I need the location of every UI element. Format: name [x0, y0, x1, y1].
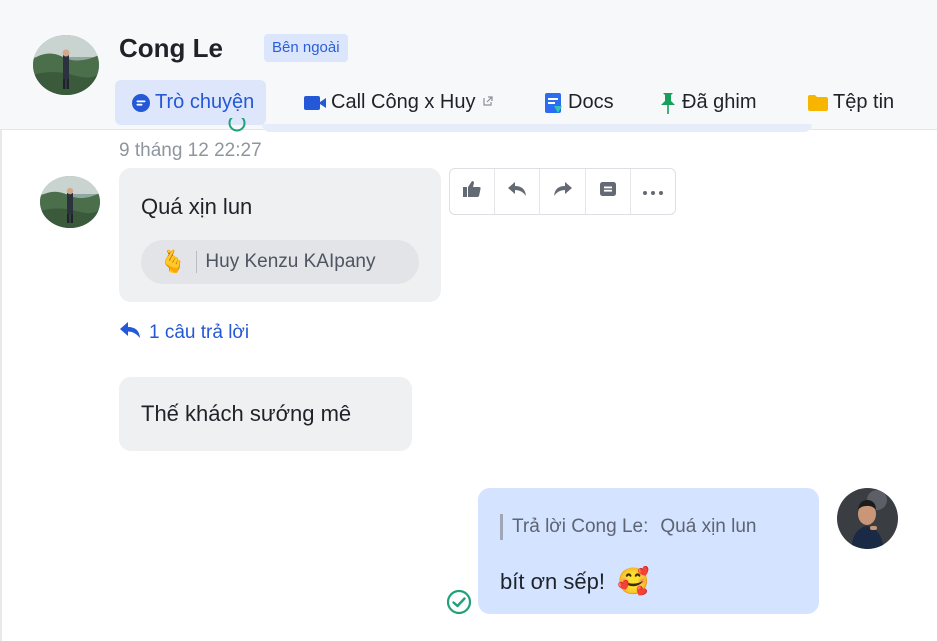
- external-link-icon: [482, 80, 494, 125]
- thumbs-up-button[interactable]: [450, 169, 496, 214]
- forward-icon: [553, 181, 573, 202]
- more-button[interactable]: [631, 169, 675, 214]
- message-action-toolbar: [449, 168, 676, 215]
- tab-pinned[interactable]: Đã ghim: [658, 80, 756, 125]
- hugging-heart-emoji: 🥰: [616, 566, 650, 596]
- message-text: Thế khách sướng mê: [141, 401, 352, 426]
- message-text: Quá xịn lun: [141, 194, 253, 219]
- tab-files[interactable]: Tệp tin: [807, 80, 894, 125]
- thread-replies-link[interactable]: 1 câu trả lời: [119, 321, 249, 345]
- finger-heart-emoji: 🫰: [159, 249, 187, 274]
- reply-icon: [507, 181, 527, 202]
- sender-avatar[interactable]: [40, 176, 100, 228]
- my-avatar[interactable]: [837, 488, 898, 549]
- reaction-user: Huy Kenzu KAIpany: [205, 251, 376, 272]
- video-camera-icon: [303, 94, 327, 112]
- read-receipt-icon: [446, 589, 472, 615]
- chat-header: Cong Le Bên ngoài Trò chuyện Call Công x…: [0, 0, 937, 130]
- reaction-divider: [196, 251, 198, 273]
- tab-files-label: Tệp tin: [833, 91, 895, 113]
- read-check-icon: [228, 118, 246, 132]
- tab-call-label: Call Công x Huy: [331, 91, 476, 113]
- external-badge: Bên ngoài: [264, 34, 348, 62]
- thread-replies-label: 1 câu trả lời: [149, 322, 250, 343]
- tab-pinned-label: Đã ghim: [682, 91, 757, 113]
- reply-button[interactable]: [495, 169, 541, 214]
- quote-text: Quá xịn lun: [660, 516, 757, 537]
- message-bubble[interactable]: Thế khách sướng mê: [119, 377, 412, 451]
- tab-docs-label: Docs: [568, 91, 614, 113]
- quote-prefix: Trả lời Cong Le:: [512, 516, 649, 537]
- reaction-chip[interactable]: 🫰 Huy Kenzu KAIpany: [141, 240, 419, 284]
- message-bubble[interactable]: Quá xịn lun 🫰 Huy Kenzu KAIpany: [119, 168, 441, 302]
- quoted-reply[interactable]: Trả lời Cong Le: Quá xịn lun: [500, 514, 757, 540]
- message-text: bít ơn sếp!: [500, 568, 605, 594]
- add-to-board-button[interactable]: [586, 169, 631, 214]
- forward-button[interactable]: [540, 169, 586, 214]
- contact-avatar[interactable]: [33, 35, 99, 95]
- more-icon: [642, 183, 664, 201]
- tab-call[interactable]: Call Công x Huy: [303, 80, 494, 125]
- add-to-board-icon: [598, 180, 618, 203]
- contact-name: Cong Le: [119, 33, 223, 63]
- pin-icon: [658, 91, 678, 115]
- reply-arrow-icon: [119, 321, 141, 345]
- outgoing-message-content: bít ơn sếp! 🥰: [500, 566, 649, 597]
- tab-docs[interactable]: Docs: [544, 80, 614, 125]
- chat-bubble-icon: [131, 93, 151, 113]
- previous-message-edge: [262, 124, 812, 132]
- docs-icon: [544, 92, 564, 114]
- outgoing-message-bubble[interactable]: Trả lời Cong Le: Quá xịn lun bít ơn sếp! …: [478, 488, 819, 614]
- folder-icon: [807, 94, 829, 112]
- message-timestamp: 9 tháng 12 22:27: [119, 140, 262, 161]
- thumbs-up-icon: [462, 180, 482, 203]
